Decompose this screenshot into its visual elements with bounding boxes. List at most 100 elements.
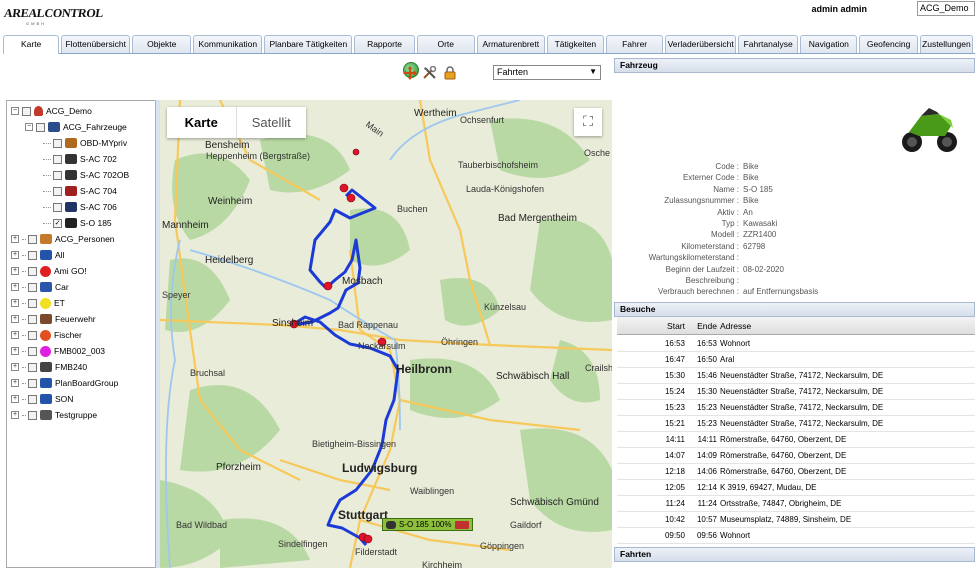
tree-node-group[interactable]: + All: [11, 248, 64, 262]
tree-node-vehicle[interactable]: S-AC 704: [43, 184, 117, 198]
tree-node-group[interactable]: + SON: [11, 392, 73, 406]
expand-icon[interactable]: +: [11, 411, 19, 419]
checkbox[interactable]: [28, 298, 37, 308]
vehicle-panel-header: Fahrzeug: [614, 58, 975, 73]
checkbox[interactable]: [28, 394, 37, 404]
map-type-karte-button[interactable]: Karte: [167, 107, 237, 138]
expand-icon[interactable]: +: [11, 379, 19, 387]
tab-kommunikation[interactable]: Kommunikation: [193, 35, 263, 53]
tree-node-root[interactable]: − ACG_Demo: [11, 104, 92, 118]
checkbox[interactable]: [28, 330, 37, 340]
table-row[interactable]: 10:42 10:57 Museumsplatz, 74889, Sinsheim,…: [617, 512, 975, 528]
expand-icon[interactable]: +: [11, 251, 19, 259]
vehicle-map-label[interactable]: S-O 185 100%: [382, 518, 474, 531]
checkbox[interactable]: [28, 282, 37, 292]
checkbox[interactable]: [28, 410, 37, 420]
checkbox[interactable]: [28, 362, 37, 372]
table-row[interactable]: 15:30 15:46 Neuenstädter Straße, 74172, Ne…: [617, 368, 975, 384]
map-view[interactable]: Wertheim Bensheim Heppenheim (Bergstraße) W…: [160, 100, 612, 568]
checkbox[interactable]: [28, 266, 37, 276]
checkbox[interactable]: [28, 250, 37, 260]
tree-node-group[interactable]: + Testgruppe: [11, 408, 97, 422]
checkbox[interactable]: ✓: [53, 218, 62, 228]
expand-icon[interactable]: +: [11, 299, 19, 307]
tree-node-vehicle-group[interactable]: − ACG_Fahrzeuge: [25, 120, 127, 134]
expand-icon[interactable]: +: [11, 363, 19, 371]
table-row[interactable]: 15:21 15:23 Neuenstädter Straße, 74172, Ne…: [617, 416, 975, 432]
tree-node-group[interactable]: + Ami GO!: [11, 264, 87, 278]
city-label: Pforzheim: [216, 462, 262, 473]
tab-verladerübersicht[interactable]: Verladerübersicht: [665, 35, 737, 53]
table-row[interactable]: 11:24 11:24 Ortsstraße, 74847, Obrigheim, …: [617, 496, 975, 512]
column-address[interactable]: Adresse: [720, 317, 751, 335]
tab-zustellungen[interactable]: Zustellungen: [919, 35, 974, 53]
tab-objekte[interactable]: Objekte: [132, 35, 192, 53]
checkbox[interactable]: [28, 378, 37, 388]
table-row[interactable]: 12:05 12:14 K 3919, 69427, Mudau, DE: [617, 480, 975, 496]
tab-rapporte[interactable]: Rapporte: [354, 35, 415, 53]
checkbox[interactable]: [53, 154, 62, 164]
tab-karte[interactable]: Karte: [3, 35, 60, 54]
lock-icon[interactable]: [443, 66, 457, 80]
tree-node-group[interactable]: + ET: [11, 296, 65, 310]
field-value: Kawasaki: [743, 219, 778, 228]
tenant-select[interactable]: ACG_Demo: [917, 1, 975, 16]
expand-icon[interactable]: +: [11, 395, 19, 403]
table-row[interactable]: 16:53 16:53 Wohnort: [617, 336, 975, 352]
checkbox[interactable]: [53, 138, 62, 148]
column-start[interactable]: Start: [617, 317, 685, 335]
tab-armaturenbrett[interactable]: Armaturenbrett: [476, 35, 545, 53]
tree-node-group[interactable]: + FMB002_003: [11, 344, 105, 358]
tree-node-group[interactable]: + FMB240: [11, 360, 87, 374]
tab-tätigkeiten[interactable]: Tätigkeiten: [546, 35, 604, 53]
tree-node-vehicle[interactable]: OBD-MYpriv: [43, 136, 127, 150]
checkbox[interactable]: [53, 170, 62, 180]
expand-icon[interactable]: +: [11, 315, 19, 323]
fullscreen-button[interactable]: ⛶: [574, 108, 602, 136]
move-icon[interactable]: [403, 66, 417, 80]
checkbox[interactable]: [22, 106, 31, 116]
expand-icon[interactable]: +: [11, 267, 19, 275]
tab-planbare-tätigkeiten[interactable]: Planbare Tätigkeiten: [264, 35, 353, 53]
table-row[interactable]: 14:11 14:11 Römerstraße, 64760, Oberzent, …: [617, 432, 975, 448]
tab-fahrer[interactable]: Fahrer: [606, 35, 664, 53]
tree-node-group[interactable]: + Car: [11, 280, 69, 294]
tab-flottenübersicht[interactable]: Flottenübersicht: [61, 35, 131, 53]
tree-node-group[interactable]: + ACG_Personen: [11, 232, 115, 246]
checkbox[interactable]: [53, 186, 62, 196]
table-row[interactable]: 15:23 15:23 Neuenstädter Straße, 74172, Ne…: [617, 400, 975, 416]
table-row[interactable]: 14:07 14:09 Römerstraße, 64760, Oberzent, …: [617, 448, 975, 464]
collapse-icon[interactable]: −: [11, 107, 19, 115]
table-row[interactable]: 15:24 15:30 Neuenstädter Straße, 74172, Ne…: [617, 384, 975, 400]
tree-node-group[interactable]: + Fischer: [11, 328, 82, 342]
expand-icon[interactable]: +: [11, 283, 19, 291]
checkbox[interactable]: [28, 234, 37, 244]
tree-node-group[interactable]: + PlanBoardGroup: [11, 376, 118, 390]
view-select[interactable]: Fahrten ▼: [493, 65, 601, 80]
vehicle-field: Name : S-O 185: [617, 185, 773, 196]
expand-icon[interactable]: +: [11, 347, 19, 355]
column-end[interactable]: Ende: [685, 317, 717, 335]
tree-node-vehicle[interactable]: S-AC 706: [43, 200, 117, 214]
tree-node-vehicle[interactable]: S-AC 702OB: [43, 168, 129, 182]
tools-icon[interactable]: [423, 66, 437, 80]
tree-node-group[interactable]: + Feuerwehr: [11, 312, 96, 326]
tree-node-vehicle[interactable]: S-AC 702: [43, 152, 117, 166]
table-row[interactable]: 16:47 16:50 Aral: [617, 352, 975, 368]
map-type-satellit-button[interactable]: Satellit: [237, 107, 307, 138]
checkbox[interactable]: [28, 314, 37, 324]
tree-label: ET: [54, 298, 65, 308]
tree-node-vehicle[interactable]: ✓ S-O 185: [43, 216, 112, 230]
expand-icon[interactable]: +: [11, 331, 19, 339]
tab-geofencing[interactable]: Geofencing: [859, 35, 918, 53]
tab-navigation[interactable]: Navigation: [800, 35, 858, 53]
expand-icon[interactable]: +: [11, 235, 19, 243]
checkbox[interactable]: [53, 202, 62, 212]
collapse-icon[interactable]: −: [25, 123, 33, 131]
table-row[interactable]: 12:18 14:06 Römerstraße, 64760, Oberzent, …: [617, 464, 975, 480]
tab-fahrtanalyse[interactable]: Fahrtanalyse: [738, 35, 799, 53]
table-row[interactable]: 09:50 09:56 Wohnort: [617, 528, 975, 544]
tab-orte[interactable]: Orte: [416, 35, 475, 53]
checkbox[interactable]: [28, 346, 37, 356]
checkbox[interactable]: [36, 122, 45, 132]
